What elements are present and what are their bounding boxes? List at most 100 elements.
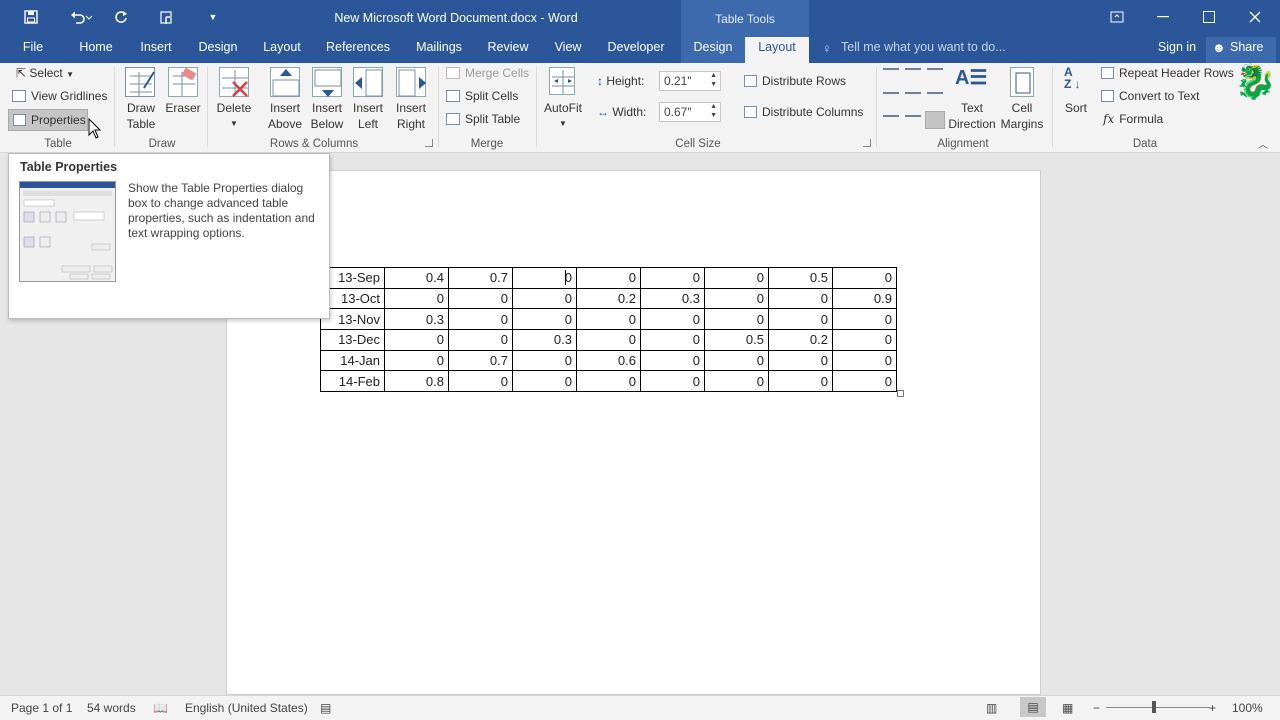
repeat-header-rows-button[interactable]: Repeat Header Rows [1101, 66, 1234, 80]
spinner-icon[interactable]: ▲ ▼ [710, 71, 717, 89]
table-cell-date[interactable]: 13-Oct [320, 287, 385, 310]
align-bottom-center-icon[interactable] [905, 115, 921, 129]
table-cell[interactable]: 0 [512, 308, 577, 331]
table-cell[interactable]: 0.2 [768, 329, 833, 351]
table-cell[interactable]: 0 [704, 370, 769, 393]
read-mode-icon[interactable]: ▥ [986, 701, 997, 715]
table-cell[interactable]: 0 [512, 287, 577, 310]
minimize-icon[interactable] [1140, 0, 1186, 34]
table-row[interactable]: 14-Jan 0 0.7 0 0.6 0 0 0 0 [320, 349, 897, 372]
insert-right-button[interactable]: Insert Right [390, 100, 432, 132]
language-status[interactable]: English (United States) [185, 701, 308, 715]
split-table-button[interactable]: Split Table [446, 112, 520, 126]
table-cell[interactable]: 0 [768, 287, 833, 310]
table-cell[interactable]: 0 [768, 349, 833, 372]
select-button[interactable]: ⇱ Select ▼ [16, 66, 74, 80]
table-cell[interactable]: 0 [832, 329, 897, 351]
table-cell[interactable]: 0 [704, 308, 769, 331]
table-cell-date[interactable]: 14-Feb [320, 370, 385, 393]
width-input[interactable]: 0.67" ▲ ▼ [659, 102, 721, 122]
table-cell[interactable]: 0.4 [384, 267, 449, 289]
table-cell[interactable]: 0.5 [768, 267, 833, 289]
table-cell[interactable]: 0 [384, 349, 449, 372]
tab-layout[interactable]: Layout [256, 37, 308, 63]
page-count[interactable]: Page 1 of 1 [11, 701, 72, 715]
table-cell[interactable]: 0.7 [448, 267, 513, 289]
macro-recording-icon[interactable]: ▤ [320, 701, 331, 715]
split-cells-button[interactable]: Split Cells [446, 89, 518, 103]
table-cell[interactable]: 0 [640, 370, 705, 393]
table-cell-date[interactable]: 13-Nov [320, 308, 385, 331]
convert-to-text-button[interactable]: Convert to Text [1101, 89, 1199, 103]
table-cell[interactable]: 0 [576, 370, 641, 393]
zoom-slider[interactable] [1106, 707, 1210, 708]
table-resize-handle[interactable] [897, 390, 904, 397]
dialog-launcher-icon[interactable] [863, 139, 871, 147]
properties-button[interactable]: Properties [8, 109, 88, 131]
table-cell-date[interactable]: 14-Jan [320, 349, 385, 372]
insert-left-button[interactable]: Insert Left [348, 100, 388, 132]
table-cell[interactable]: 0.3 [384, 308, 449, 331]
view-gridlines-button[interactable]: View Gridlines [12, 89, 107, 103]
tab-table-layout[interactable]: Layout [745, 37, 809, 63]
close-icon[interactable] [1232, 0, 1278, 34]
table-cell[interactable]: 0 [832, 267, 897, 289]
insert-below-button[interactable]: Insert Below [306, 100, 348, 132]
draw-table-button[interactable]: Draw Table [122, 100, 160, 132]
align-center-right-icon[interactable] [927, 92, 943, 106]
maximize-icon[interactable] [1186, 0, 1232, 34]
table-cell[interactable]: 0.8 [384, 370, 449, 393]
tab-design[interactable]: Design [192, 37, 244, 63]
table-cell-date[interactable]: 13-Dec [320, 329, 385, 351]
collapse-ribbon-icon[interactable]: ︿ [1258, 136, 1268, 151]
align-bottom-right-icon[interactable] [925, 111, 945, 129]
table-cell-date[interactable]: 13-Sep [320, 267, 385, 289]
table-cell[interactable]: 0 [448, 287, 513, 310]
table-cell[interactable]: 0 [384, 287, 449, 310]
table-cell[interactable]: 0 [640, 267, 705, 289]
share-button[interactable]: ☻ Share [1206, 37, 1276, 63]
table-cell[interactable]: 0.5 [704, 329, 769, 351]
align-top-right-icon[interactable] [927, 68, 943, 82]
table-cell[interactable]: 0.2 [576, 287, 641, 310]
tab-references[interactable]: References [322, 37, 394, 63]
table-cell[interactable]: 0 [704, 349, 769, 372]
table-cell[interactable]: 0 [512, 267, 577, 289]
tell-me-input[interactable]: Tell me what you want to do... [841, 37, 1006, 63]
table-cell[interactable]: 0 [512, 370, 577, 393]
table-cell[interactable]: 0 [704, 287, 769, 310]
table-row[interactable]: 14-Feb 0.8 0 0 0 0 0 0 0 [320, 370, 897, 393]
data-table[interactable]: 13-Sep 0.4 0.7 0 0 0 0 0.5 0 13-Oct 0 0 0 0.2 0.3 0 0 0.9… [320, 267, 897, 393]
table-cell[interactable]: 0.9 [832, 287, 897, 310]
table-cell[interactable]: 0 [448, 370, 513, 393]
table-cell[interactable]: 0 [768, 370, 833, 393]
delete-button[interactable]: Delete ▼ [212, 100, 256, 132]
height-input[interactable]: 0.21" ▲ ▼ [659, 71, 721, 91]
distribute-rows-button[interactable]: Distribute Rows [744, 74, 846, 88]
table-cell[interactable]: 0 [448, 329, 513, 351]
align-top-left-icon[interactable] [883, 68, 899, 82]
tab-home[interactable]: Home [72, 37, 120, 63]
zoom-level[interactable]: 100% [1232, 701, 1263, 715]
table-cell[interactable]: 0 [576, 329, 641, 351]
table-cell[interactable]: 0.7 [448, 349, 513, 372]
table-cell[interactable]: 0 [832, 349, 897, 372]
zoom-in-icon[interactable]: + [1209, 701, 1216, 715]
table-cell[interactable]: 0 [704, 267, 769, 289]
spinner-icon[interactable]: ▲ ▼ [710, 102, 717, 120]
table-cell[interactable]: 0 [384, 329, 449, 351]
distribute-columns-button[interactable]: Distribute Columns [744, 105, 863, 119]
table-cell[interactable]: 0.3 [640, 287, 705, 310]
dialog-launcher-icon[interactable] [425, 139, 433, 147]
table-row[interactable]: 13-Sep 0.4 0.7 0 0 0 0 0.5 0 [320, 267, 897, 289]
table-cell[interactable]: 0 [576, 308, 641, 331]
table-cell[interactable]: 0 [640, 329, 705, 351]
sort-button[interactable]: Sort [1060, 100, 1092, 116]
web-layout-icon[interactable]: ▦ [1062, 701, 1073, 715]
autofit-button[interactable]: AutoFit ▼ [540, 100, 586, 132]
align-bottom-left-icon[interactable] [883, 115, 899, 129]
table-cell[interactable]: 0.3 [512, 329, 577, 351]
print-layout-icon[interactable]: ▤ [1020, 697, 1046, 717]
document-page[interactable] [226, 170, 1041, 695]
ribbon-display-options-icon[interactable] [1094, 0, 1140, 34]
